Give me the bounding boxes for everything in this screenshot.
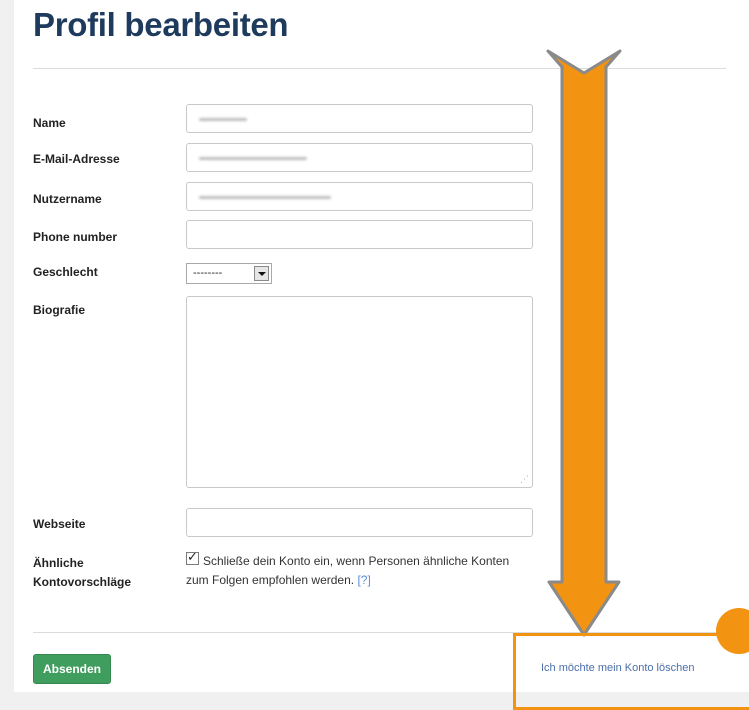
gender-select-value: -------- — [193, 267, 223, 279]
suggestions-label: Ähnliche Kontovorschläge — [33, 554, 131, 592]
bio-textarea[interactable]: ⋰ — [186, 296, 533, 488]
website-label: Webseite — [33, 517, 86, 531]
suggestions-label-line1: Ähnliche — [33, 556, 84, 570]
redacted-name — [199, 118, 247, 121]
suggestions-description: Schließe dein Konto ein, wenn Personen ä… — [186, 552, 516, 590]
chevron-down-icon[interactable] — [254, 266, 269, 281]
resize-grip-icon[interactable]: ⋰ — [520, 475, 529, 484]
checkmark-icon: ✓ — [187, 549, 198, 564]
help-link[interactable]: [?] — [357, 573, 370, 587]
delete-account-link[interactable]: Ich möchte mein Konto löschen — [541, 662, 694, 674]
redacted-email — [199, 157, 307, 160]
gender-label: Geschlecht — [33, 265, 98, 279]
username-input[interactable] — [186, 182, 533, 211]
suggestions-label-line2: Kontovorschläge — [33, 575, 132, 589]
suggestions-text: Schließe dein Konto ein, wenn Personen ä… — [186, 554, 510, 587]
email-input[interactable] — [186, 143, 533, 172]
username-label: Nutzername — [33, 192, 102, 206]
suggestions-checkbox[interactable]: ✓ — [186, 549, 199, 565]
phone-label: Phone number — [33, 230, 118, 244]
bio-label: Biografie — [33, 303, 86, 317]
submit-button[interactable]: Absenden — [33, 654, 111, 684]
phone-input[interactable] — [186, 220, 533, 249]
name-label: Name — [33, 116, 66, 130]
email-label: E-Mail-Adresse — [33, 152, 120, 166]
website-input[interactable] — [186, 508, 533, 537]
page-title: Profil bearbeiten — [33, 6, 289, 43]
redacted-username — [199, 196, 331, 199]
arrow-down-annotation — [546, 49, 622, 637]
title-divider — [33, 68, 726, 69]
name-input[interactable] — [186, 104, 533, 133]
gender-select[interactable]: -------- — [186, 263, 272, 284]
